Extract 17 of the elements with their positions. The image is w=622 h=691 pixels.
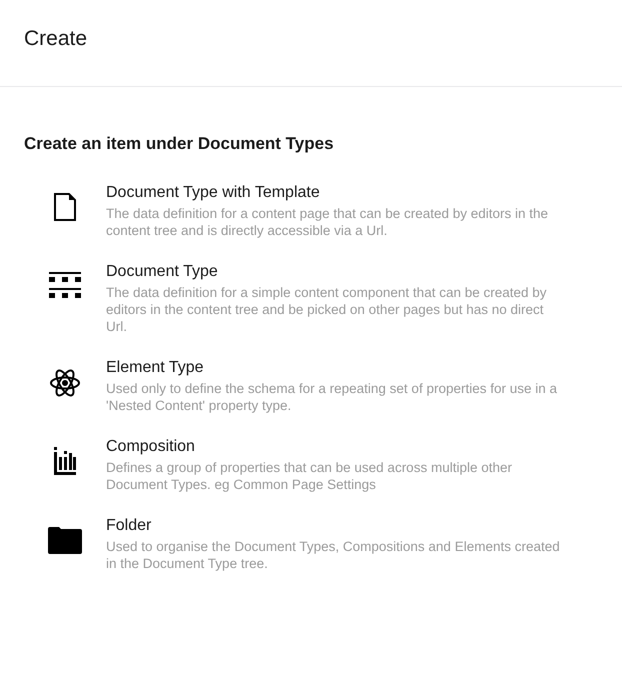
item-description: The data definition for a content page that can be created by editors in the content tree and is directly accessible via a Url. — [106, 204, 550, 238]
document-icon — [54, 192, 76, 220]
item-description: The data definition for a simple content component that can be created by editors in the content tree and be picked on other pages but has no direct Url. — [106, 284, 548, 334]
item-title[interactable]: Folder — [106, 516, 566, 536]
item-title[interactable]: Element Type — [106, 358, 566, 378]
item-title[interactable]: Document Type with Template — [106, 182, 566, 202]
item-title[interactable]: Composition — [106, 436, 566, 456]
folder-icon — [48, 526, 82, 554]
item-description: Used only to define the schema for a repeating set of properties for use in a 'Nested Content' property type. — [106, 380, 558, 414]
item-description: Defines a group of properties that can be used across multiple other Document Types. eg Common Page Settings — [106, 458, 513, 492]
list-icon — [49, 272, 81, 300]
panel-title: Create — [24, 26, 88, 52]
item-description: Used to organise the Document Types, Compositions and Elements created in the Document Type tree. — [106, 538, 561, 572]
section-heading: Create an item under Document Types — [24, 133, 335, 155]
item-title[interactable]: Document Type — [106, 262, 566, 282]
atom-icon — [50, 368, 80, 398]
bar-chart-icon — [54, 446, 76, 474]
